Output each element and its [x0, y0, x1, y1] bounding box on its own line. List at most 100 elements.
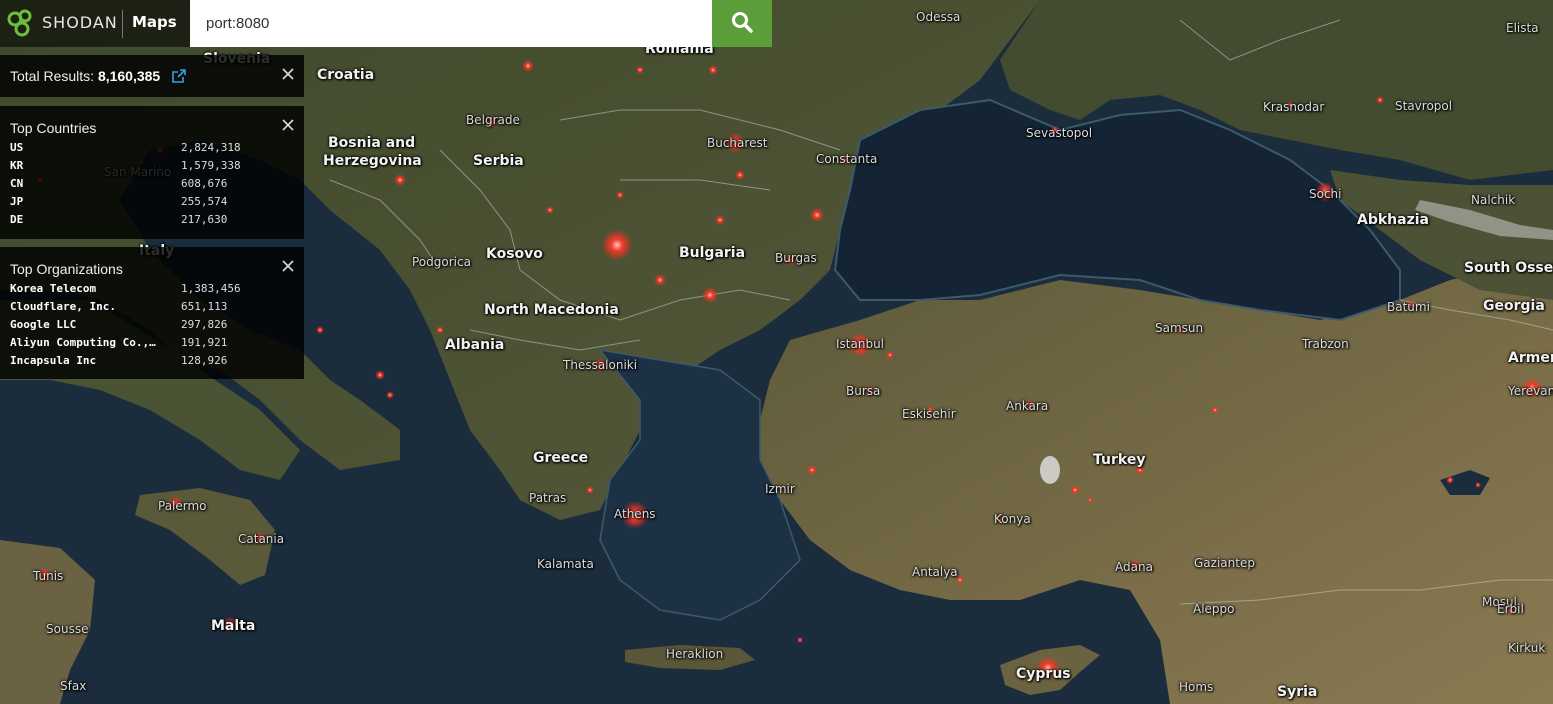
map-label-country: Bosnia and — [328, 135, 416, 151]
hotspot-marker — [586, 486, 594, 494]
salt-lake — [1040, 456, 1060, 484]
map-label-city: Aleppo — [1193, 602, 1235, 616]
total-results-value: 8,160,385 — [97, 68, 161, 84]
top-countries-panel: Top Countries US 2,824,318 KR 1,579,338 … — [0, 106, 304, 239]
country-name[interactable]: JP — [10, 195, 23, 208]
organization-count: 128,926 — [181, 354, 228, 367]
map-label-city: Batumi — [1387, 300, 1430, 314]
organization-name[interactable]: Incapsula Inc — [10, 354, 96, 367]
map-label-country: Albania — [445, 337, 505, 353]
map-label-city: Konya — [994, 512, 1031, 526]
search-input[interactable] — [190, 0, 712, 47]
map-label-country: Malta — [211, 618, 256, 634]
map-label-city: Podgorica — [412, 255, 471, 269]
map-label-city: Adana — [1115, 560, 1153, 574]
hotspot-marker — [522, 60, 534, 72]
map-label-city: Kirkuk — [1508, 641, 1546, 655]
map-label-city: Samsun — [1155, 321, 1204, 335]
country-name[interactable]: US — [10, 141, 23, 154]
map-label-country: Turkey — [1093, 452, 1146, 468]
map-label-city: Sfax — [60, 679, 87, 693]
hotspot-marker — [886, 351, 894, 359]
map-label-city: Istanbul — [836, 337, 885, 351]
map-label-city: Nalchik — [1471, 193, 1516, 207]
list-item[interactable]: DE 217,630 — [10, 211, 290, 229]
country-name[interactable]: CN — [10, 177, 23, 190]
hotspot-marker — [616, 191, 624, 199]
map-label-city: Palermo — [158, 499, 207, 513]
map-label-city: Homs — [1179, 680, 1214, 694]
list-item[interactable]: Incapsula Inc 128,926 — [10, 352, 290, 370]
map-label-city: Athens — [614, 507, 656, 521]
list-item[interactable]: JP 255,574 — [10, 193, 290, 211]
map-label-country: Cyprus — [1016, 666, 1071, 682]
map-label-city: Ankara — [1006, 399, 1049, 413]
map-label-city: Eskisehir — [902, 407, 956, 421]
section-title[interactable]: Maps — [132, 13, 177, 31]
organization-name[interactable]: Google LLC — [10, 318, 76, 331]
hotspot-marker — [702, 287, 718, 303]
hotspot-marker — [654, 274, 666, 286]
map-label-city: Sochi — [1309, 187, 1342, 201]
country-name[interactable]: DE — [10, 213, 23, 226]
organization-count: 651,113 — [181, 300, 228, 313]
list-item[interactable]: Google LLC 297,826 — [10, 316, 290, 334]
list-item[interactable]: Aliyun Computing Co.,… 191,921 — [10, 334, 290, 352]
map-label-city: Elista — [1506, 21, 1539, 35]
close-icon[interactable] — [282, 257, 294, 272]
hotspot-marker — [807, 465, 817, 475]
map-label-country: Abkhazia — [1357, 212, 1429, 228]
country-count: 1,579,338 — [181, 159, 241, 172]
list-item[interactable]: Cloudflare, Inc. 651,113 — [10, 298, 290, 316]
map-label-city: Heraklion — [666, 647, 724, 661]
list-item[interactable]: Korea Telecom 1,383,456 — [10, 280, 290, 298]
map-label-city: Krasnodar — [1263, 100, 1325, 114]
top-organizations-panel: Top Organizations Korea Telecom 1,383,45… — [0, 247, 304, 379]
hotspot-marker — [797, 637, 803, 643]
brand-name[interactable]: SHODAN — [42, 13, 118, 32]
country-name[interactable]: KR — [10, 159, 23, 172]
organization-name[interactable]: Korea Telecom — [10, 282, 96, 295]
search-button[interactable] — [712, 0, 772, 47]
external-link-icon[interactable] — [172, 68, 186, 87]
map-label-city: Antalya — [912, 565, 958, 579]
hotspot-marker — [735, 170, 745, 180]
map-label-city: Thessaloniki — [563, 358, 638, 372]
close-icon[interactable] — [282, 116, 294, 131]
map-label-city: Sevastopol — [1026, 126, 1093, 140]
hotspot-marker — [1211, 406, 1219, 414]
map-label-city: Tunis — [33, 569, 64, 583]
map-label-city: Erbil — [1497, 602, 1524, 616]
hotspot-marker — [1446, 476, 1454, 484]
hotspot-marker — [546, 206, 554, 214]
top-organizations-list: Korea Telecom 1,383,456 Cloudflare, Inc.… — [10, 280, 290, 370]
organization-name[interactable]: Aliyun Computing Co.,… — [10, 336, 156, 349]
map-label-country: Greece — [533, 450, 589, 466]
list-item[interactable]: US 2,824,318 — [10, 139, 290, 157]
hotspot-marker — [1376, 96, 1384, 104]
close-icon[interactable] — [282, 65, 294, 80]
map-label-city: Bursa — [846, 384, 881, 398]
list-item[interactable]: KR 1,579,338 — [10, 157, 290, 175]
brand-divider — [122, 10, 123, 38]
map-label-city: Gaziantep — [1194, 556, 1255, 570]
map-label-city: Catania — [238, 532, 285, 546]
country-count: 217,630 — [181, 213, 228, 226]
top-organizations-title: Top Organizations — [10, 261, 123, 277]
map-label-city: Odessa — [916, 10, 961, 24]
map-label-country: Syria — [1277, 684, 1318, 700]
shodan-logo-icon[interactable] — [6, 9, 36, 43]
list-item[interactable]: CN 608,676 — [10, 175, 290, 193]
map-label-city: Izmir — [765, 482, 795, 496]
organization-name[interactable]: Cloudflare, Inc. — [10, 300, 116, 313]
total-results-text: Total Results: 8,160,385 — [10, 68, 160, 84]
map-label-city: Stavropol — [1395, 99, 1453, 113]
map-label-country: Armen — [1508, 350, 1553, 366]
map-label-city: Yerevan — [1508, 384, 1553, 398]
logo-bar[interactable]: SHODAN Maps — [0, 0, 190, 47]
map-label-city: Sousse — [46, 622, 89, 636]
map-label-city: Burgas — [775, 251, 817, 265]
map-label-city: Bucharest — [707, 136, 768, 150]
hotspot-marker — [316, 326, 324, 334]
map-label-country: Kosovo — [486, 246, 543, 262]
